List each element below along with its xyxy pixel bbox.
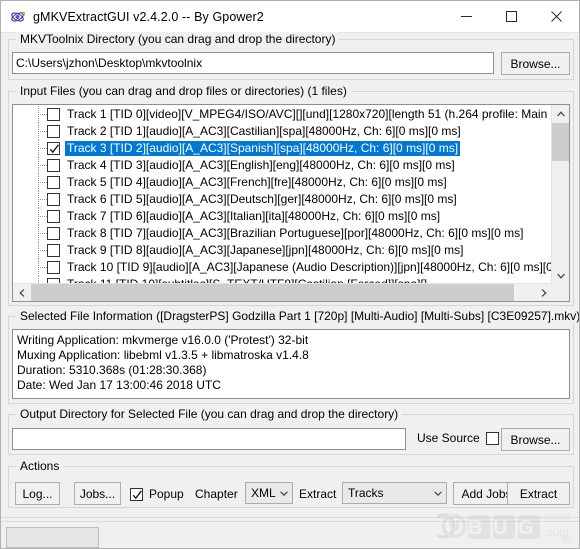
tree-line-horizontal [38,216,47,217]
minimize-button[interactable] [444,1,489,32]
scroll-right-arrow[interactable] [535,284,552,301]
close-button[interactable] [534,1,579,32]
track-tree-view[interactable]: Track 1 [TID 0][video][V_MPEG4/ISO/AVC][… [12,104,570,302]
chevron-down-icon[interactable] [275,483,292,503]
app-icon [10,9,26,25]
title-bar: gMKVExtractGUI v2.4.2.0 -- By Gpower2 [1,1,579,33]
track-row[interactable]: Track 3 [TID 2][audio][A_AC3][Spanish][s… [13,140,552,157]
use-source-checkbox[interactable]: Use Source [417,431,499,445]
info-line-writing-application: Writing Application: mkvmerge v16.0.0 ('… [17,333,309,347]
track-checkbox[interactable] [47,193,60,206]
track-label: Track 5 [TID 4][audio][A_AC3][French][fr… [67,175,447,189]
popup-checkbox-box[interactable] [130,487,143,501]
jobs-button[interactable]: Jobs... [74,482,121,505]
track-label: Track 7 [TID 6][audio][A_AC3][Italian][i… [67,209,441,223]
maximize-button[interactable] [489,1,534,32]
popup-label: Popup [149,487,184,501]
tree-line-horizontal [38,267,47,268]
track-label: Track 1 [TID 0][video][V_MPEG4/ISO/AVC][… [67,107,552,121]
selected-file-info-box: Writing Application: mkvmerge v16.0.0 ('… [12,329,570,399]
track-label: Track 4 [TID 3][audio][A_AC3][English][e… [67,158,455,172]
track-row[interactable]: Track 9 [TID 8][audio][A_AC3][Japanese][… [13,242,552,259]
status-bar: Abort [1,517,579,548]
track-checkbox[interactable] [47,210,60,223]
chapter-format-value: XML [251,486,276,500]
scrollbar-corner [552,284,569,301]
status-separator [1,521,579,522]
track-row[interactable]: Track 1 [TID 0][video][V_MPEG4/ISO/AVC][… [13,106,552,123]
tree-horizontal-scrollbar[interactable] [13,283,552,301]
extract-button[interactable]: Extract [507,482,570,505]
scroll-left-arrow[interactable] [13,284,30,301]
output-directory-label: Output Directory for Selected File (you … [16,407,403,421]
track-checkbox[interactable] [47,142,60,155]
track-label: Track 10 [TID 9][audio][A_AC3][Japanese … [67,260,552,274]
scroll-up-arrow[interactable] [552,105,569,122]
mkvtoolnix-browse-button[interactable]: Browse... [501,52,570,75]
track-row[interactable]: Track 10 [TID 9][audio][A_AC3][Japanese … [13,259,552,276]
extract-mode-select[interactable]: Tracks [342,482,447,504]
log-button[interactable]: Log... [15,482,60,505]
track-row[interactable]: Track 2 [TID 1][audio][A_AC3][Castilian]… [13,123,552,140]
tree-line-horizontal [38,233,47,234]
tree-line-horizontal [38,199,47,200]
track-label: Track 6 [TID 5][audio][A_AC3][Deutsch][g… [67,192,457,206]
mkvtoolnix-group-label: MKVToolnix Directory (you can drag and d… [16,32,340,46]
application-window: gMKVExtractGUI v2.4.2.0 -- By Gpower2 MK… [0,0,580,549]
tree-line-horizontal [38,114,47,115]
track-label: Track 2 [TID 1][audio][A_AC3][Castilian]… [67,124,461,138]
tree-line-horizontal [38,165,47,166]
track-row[interactable]: Track 7 [TID 6][audio][A_AC3][Italian][i… [13,208,552,225]
input-files-group-label: Input Files (you can drag and drop files… [16,84,351,98]
window-title: gMKVExtractGUI v2.4.2.0 -- By Gpower2 [33,9,264,24]
track-label: Track 8 [TID 7][audio][A_AC3][Brazilian … [67,226,524,240]
info-line-muxing-application: Muxing Application: libebml v1.3.5 + lib… [17,348,309,362]
track-checkbox[interactable] [47,159,60,172]
extract-label: Extract [299,487,337,501]
tree-line-horizontal [38,131,47,132]
output-browse-button[interactable]: Browse... [501,428,570,451]
tree-line-horizontal [38,148,47,149]
track-row[interactable]: Track 8 [TID 7][audio][A_AC3][Brazilian … [13,225,552,242]
track-checkbox[interactable] [47,108,60,121]
chevron-down-icon[interactable] [429,483,446,503]
chapter-label: Chapter [195,487,238,501]
track-checkbox[interactable] [47,176,60,189]
use-source-label: Use Source [417,431,480,445]
track-tree-rows: Track 1 [TID 0][video][V_MPEG4/ISO/AVC][… [13,106,552,284]
mkvtoolnix-path-input[interactable]: C:\Users\jzhon\Desktop\mkvtoolnix [12,52,494,74]
actions-group-label: Actions [16,459,64,473]
track-row[interactable]: Track 4 [TID 3][audio][A_AC3][English][e… [13,157,552,174]
tree-line-horizontal [38,182,47,183]
info-line-date: Date: Wed Jan 17 13:00:46 2018 UTC [17,378,221,392]
track-tree-viewport: Track 1 [TID 0][video][V_MPEG4/ISO/AVC][… [13,105,552,284]
track-checkbox[interactable] [47,244,60,257]
track-label: Track 9 [TID 8][audio][A_AC3][Japanese][… [67,243,464,257]
info-line-duration: Duration: 5310.368s (01:28:30.368) [17,363,207,377]
output-directory-input[interactable] [12,428,406,450]
track-row[interactable]: Track 6 [TID 5][audio][A_AC3][Deutsch][g… [13,191,552,208]
use-source-checkbox-box[interactable] [485,431,499,445]
chapter-format-select[interactable]: XML [245,482,293,504]
tree-vertical-scrollbar[interactable] [551,105,569,284]
window-controls [444,1,579,32]
track-row[interactable]: Track 5 [TID 4][audio][A_AC3][French][fr… [13,174,552,191]
track-checkbox[interactable] [47,125,60,138]
extract-mode-value: Tracks [348,486,384,500]
track-label: Track 3 [TID 2][audio][A_AC3][Spanish][s… [65,141,461,156]
progress-bar [6,527,99,548]
scroll-down-arrow[interactable] [552,267,569,284]
tree-vertical-scroll-thumb[interactable] [552,123,569,161]
track-checkbox[interactable] [47,261,60,274]
selected-file-info-label: Selected File Information ([DragsterPS] … [16,309,579,323]
popup-checkbox[interactable]: Popup [130,487,184,501]
tree-horizontal-scroll-thumb[interactable] [31,284,514,301]
tree-line-horizontal [38,250,47,251]
track-checkbox[interactable] [47,227,60,240]
